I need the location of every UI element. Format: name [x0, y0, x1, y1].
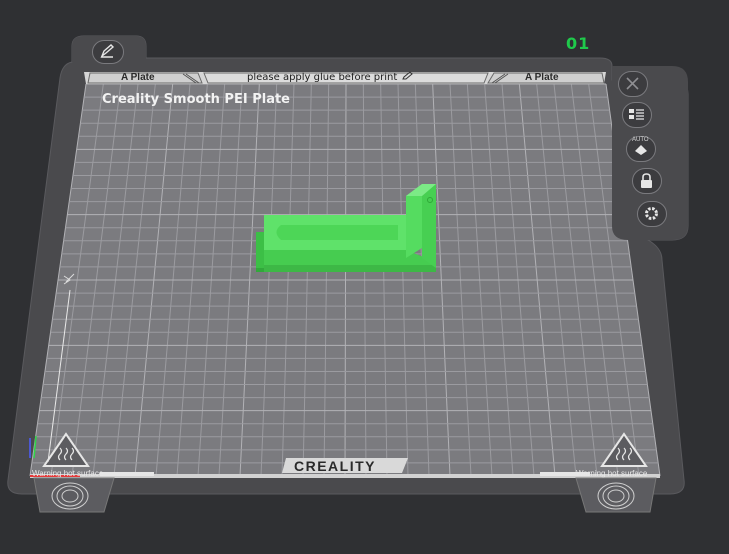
pencil-icon	[100, 44, 115, 59]
settings-button[interactable]	[637, 201, 667, 227]
arrange-button[interactable]	[622, 102, 652, 128]
pencil-icon	[401, 71, 413, 80]
close-icon	[626, 77, 639, 90]
gear-icon	[645, 207, 658, 220]
plate-tab-left[interactable]: A Plate	[121, 72, 155, 83]
lock-button[interactable]	[632, 168, 662, 194]
viewport-3d[interactable]: AUTO 01 Creality Smooth PEI Plate A Plat…	[0, 0, 729, 554]
auto-label: AUTO	[632, 137, 649, 143]
plate-tab-right[interactable]: A Plate	[525, 72, 559, 83]
brand-logo: CREALITY	[294, 458, 376, 474]
lock-icon	[641, 173, 652, 188]
build-plate-grid[interactable]	[29, 83, 661, 477]
warning-label-left: Warning hot surface	[32, 469, 104, 478]
plate-type-label: Creality Smooth PEI Plate	[102, 92, 290, 107]
plate-note-text: please apply glue before print	[247, 72, 398, 83]
fingerprint-icon	[33, 477, 115, 513]
warning-label-right: Warning hot surface	[576, 469, 648, 478]
edit-plate-button[interactable]	[92, 40, 124, 64]
arrange-list-icon	[629, 109, 644, 120]
close-plate-button[interactable]	[618, 71, 648, 97]
plate-note[interactable]: please apply glue before print	[247, 71, 415, 83]
fingerprint-icon	[575, 477, 657, 513]
plate-number: 01	[566, 34, 591, 53]
